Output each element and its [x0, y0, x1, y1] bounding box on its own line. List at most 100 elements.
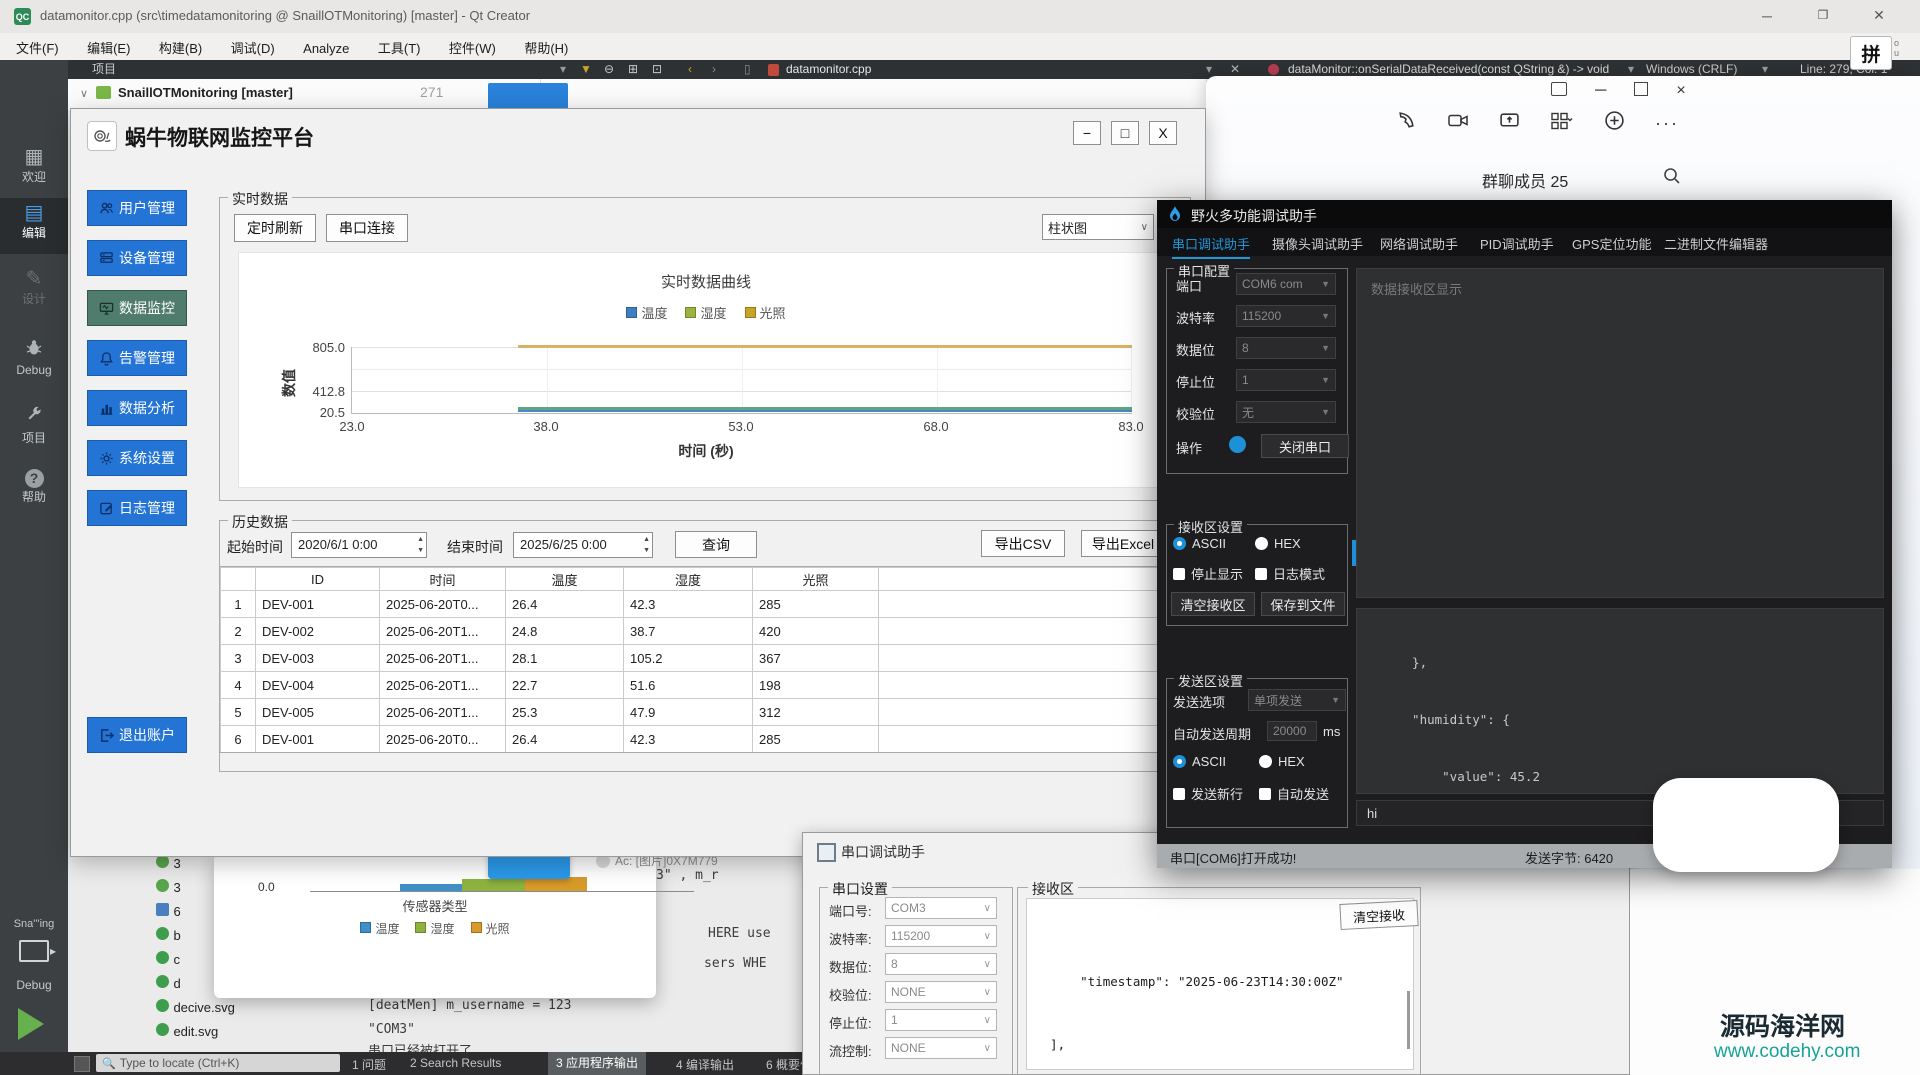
stop-display-checkbox[interactable]: 停止显示: [1173, 564, 1243, 583]
serial-connect-button[interactable]: 串口连接: [326, 214, 408, 242]
mode-projects[interactable]: 项目: [0, 404, 68, 446]
encoding-chevron-icon[interactable]: ▾: [1628, 62, 1634, 77]
auto-send-checkbox[interactable]: 自动发送: [1259, 784, 1329, 803]
iot-minimize-button[interactable]: −: [1073, 121, 1101, 145]
tab-camera[interactable]: 摄像头调试助手: [1272, 234, 1363, 253]
table-row[interactable]: 4DEV-0042025-06-20T1...22.751.6198: [221, 672, 1172, 699]
menu-analyze[interactable]: Analyze: [303, 41, 349, 56]
menu-file[interactable]: 文件(F): [16, 38, 59, 57]
legend-item-lum[interactable]: 光照: [745, 303, 786, 322]
menu-tools[interactable]: 工具(T): [378, 38, 421, 57]
locator-input[interactable]: 🔍 Type to locate (Ctrl+K): [96, 1054, 340, 1072]
baud-select[interactable]: 115200∨: [885, 925, 997, 947]
project-root-item[interactable]: SnaillOTMonitoring [master]: [118, 85, 293, 100]
mode-debug[interactable]: Debug: [0, 338, 68, 377]
panel-tab-search-results[interactable]: 2 Search Results: [410, 1056, 501, 1070]
port-select[interactable]: COM3∨: [885, 897, 997, 919]
start-time-input[interactable]: 2020/6/1 0:00 ▲▼: [291, 532, 427, 558]
fire-stopbits-select[interactable]: 1▼: [1236, 369, 1336, 391]
collapse-icon[interactable]: ⊖: [604, 62, 614, 77]
panel-tab-app-output[interactable]: 3 应用程序输出: [548, 1052, 646, 1075]
tab-pid[interactable]: PID调试助手: [1480, 234, 1554, 253]
current-symbol-label[interactable]: dataMonitor::onSerialDataReceived(const …: [1288, 62, 1609, 77]
file-dropdown-chevron-icon[interactable]: ▾: [1206, 62, 1212, 77]
split-icon[interactable]: ⊞: [628, 62, 638, 77]
legend-item-temp[interactable]: 温度: [626, 303, 667, 322]
rx-hex-radio[interactable]: HEX: [1255, 536, 1301, 551]
export-csv-button[interactable]: 导出CSV: [981, 530, 1065, 557]
run-button[interactable]: [18, 1008, 44, 1040]
table-row[interactable]: 5DEV-0052025-06-20T1...25.347.9312: [221, 699, 1172, 726]
fire-databits-select[interactable]: 8▼: [1236, 337, 1336, 359]
qt-minimize-icon[interactable]: ─: [1744, 8, 1790, 26]
mode-help[interactable]: ? 帮助: [0, 466, 68, 505]
sidebar-item-devices[interactable]: 设备管理: [87, 240, 187, 276]
table-row[interactable]: 6DEV-0012025-06-20T0...26.442.3285: [221, 726, 1172, 753]
qq-close-icon[interactable]: ×: [1676, 82, 1685, 100]
sidebar-toggle-icon[interactable]: [74, 1056, 90, 1072]
tab-serial[interactable]: 串口调试助手: [1172, 234, 1250, 259]
rx-ascii-radio[interactable]: ASCII: [1173, 536, 1226, 551]
close-document-icon[interactable]: ✕: [1230, 62, 1240, 77]
video-call-icon[interactable]: [1447, 110, 1469, 136]
kit-selector[interactable]: ▸: [0, 940, 68, 965]
sidebar-item-logs[interactable]: 日志管理: [87, 490, 187, 526]
menu-debug[interactable]: 调试(D): [231, 38, 275, 57]
clear-receive-button[interactable]: 清空接收: [1339, 900, 1418, 930]
export-excel-button[interactable]: 导出Excel: [1081, 530, 1165, 557]
apps-grid-icon[interactable]: [1550, 110, 1574, 136]
serial-open-toggle[interactable]: [1229, 436, 1246, 453]
filter-chevron-icon[interactable]: ▾: [560, 62, 566, 77]
screen-share-icon[interactable]: [1499, 110, 1520, 136]
spinner-arrows[interactable]: ▲▼: [643, 534, 650, 556]
qq-minimize-icon[interactable]: ─: [1595, 82, 1606, 100]
fire-receive-area[interactable]: 数据接收区显示: [1356, 268, 1884, 598]
voice-call-icon[interactable]: [1396, 110, 1417, 136]
tab-gps[interactable]: GPS定位功能: [1572, 234, 1651, 253]
tree-expand-icon[interactable]: ∨: [80, 87, 88, 100]
sidebar-item-analysis[interactable]: 数据分析: [87, 390, 187, 426]
back-icon[interactable]: ‹: [688, 62, 692, 77]
sidebar-item-alerts[interactable]: 告警管理: [87, 340, 187, 376]
qt-maximize-icon[interactable]: ❐: [1800, 6, 1846, 24]
stopbits-select[interactable]: 1∨: [885, 1009, 997, 1031]
open-file-tab[interactable]: datamonitor.cpp: [786, 62, 871, 77]
filter-icon[interactable]: ▼: [580, 62, 592, 77]
receive-scrollbar[interactable]: [1407, 991, 1410, 1049]
auto-period-input[interactable]: 20000: [1267, 721, 1317, 741]
sidebar-item-data-monitor[interactable]: 数据监控: [87, 290, 187, 326]
mode-design[interactable]: ✎ 设计: [0, 268, 68, 307]
iot-maximize-button[interactable]: □: [1111, 121, 1139, 145]
databits-select[interactable]: 8∨: [885, 953, 997, 975]
fire-parity-select[interactable]: 无▼: [1236, 401, 1336, 423]
mode-welcome[interactable]: ▦ 欢迎: [0, 146, 68, 185]
close-serial-button[interactable]: 关闭串口: [1261, 434, 1349, 458]
table-row[interactable]: 3DEV-0032025-06-20T1...28.1105.2367: [221, 645, 1172, 672]
legend-item-hum[interactable]: 湿度: [685, 303, 726, 322]
menu-edit[interactable]: 编辑(E): [87, 38, 130, 57]
send-newline-checkbox[interactable]: 发送新行: [1173, 784, 1243, 803]
chart-type-select[interactable]: 柱状图∨: [1042, 214, 1154, 240]
timed-refresh-button[interactable]: 定时刷新: [234, 214, 316, 242]
send-option-select[interactable]: 单项发送▼: [1248, 689, 1346, 711]
lineending-chevron-icon[interactable]: ▾: [1762, 62, 1768, 77]
tab-network[interactable]: 网络调试助手: [1380, 234, 1458, 253]
panel-tab-compile-output[interactable]: 4 编译输出: [676, 1056, 734, 1073]
spinner-arrows[interactable]: ▲▼: [417, 534, 424, 556]
ime-pinyin-badge[interactable]: 拼: [1850, 36, 1892, 70]
qt-close-icon[interactable]: ✕: [1856, 7, 1902, 25]
iot-close-button[interactable]: X: [1149, 121, 1177, 145]
list-item[interactable]: decive.svg: [156, 999, 235, 1023]
table-row[interactable]: 1DEV-0012025-06-20T0...26.442.3285: [221, 591, 1172, 618]
qq-maximize-icon[interactable]: [1634, 82, 1648, 96]
list-item[interactable]: edit.svg: [156, 1023, 235, 1047]
add-icon[interactable]: [1604, 110, 1625, 136]
end-time-input[interactable]: 2025/6/25 0:00 ▲▼: [513, 532, 653, 558]
logout-button[interactable]: 退出账户: [87, 717, 187, 753]
fire-port-select[interactable]: COM6 com▼: [1236, 273, 1336, 295]
more-icon[interactable]: ···: [1655, 113, 1679, 134]
forward-icon[interactable]: ›: [712, 62, 716, 77]
save-to-file-button[interactable]: 保存到文件: [1261, 592, 1345, 616]
tx-ascii-radio[interactable]: ASCII: [1173, 754, 1226, 769]
panel-icon[interactable]: ⊡: [652, 62, 662, 77]
